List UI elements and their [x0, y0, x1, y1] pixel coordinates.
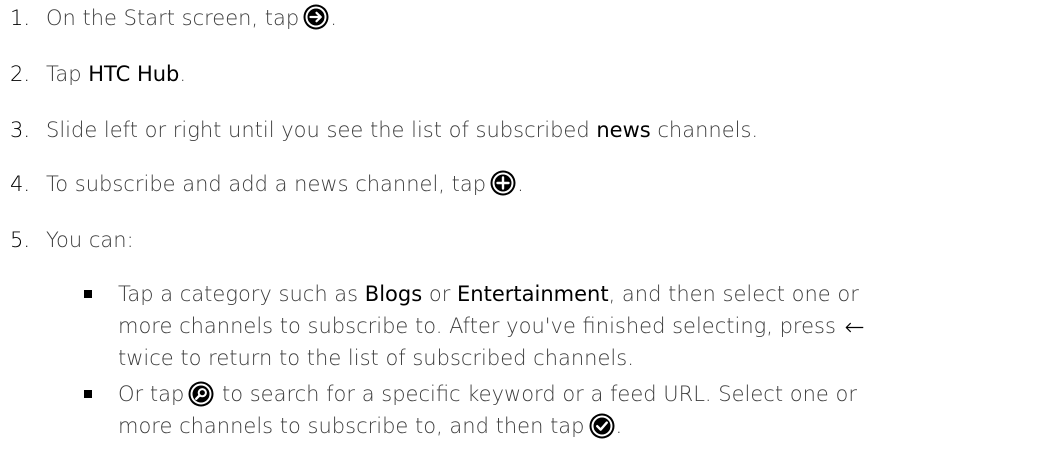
step-text: Slide left or right until you see the li…	[46, 118, 597, 142]
bullet-text-segment: more channels to subscribe to, and then …	[118, 414, 585, 438]
step-text-end: .	[179, 62, 187, 86]
arrow-right-circle-icon	[303, 4, 329, 30]
bullet-line: more channels to subscribe to. After you…	[118, 310, 1044, 342]
bullet-text-segment: Tap a category such as	[118, 282, 365, 306]
ui-term: Blogs	[364, 282, 423, 306]
step-number: 5.	[10, 228, 31, 252]
step-text-end: .	[517, 172, 524, 196]
instructions-document: 1. On the Start screen, tap . 2. Tap HTC…	[0, 0, 1061, 462]
ui-term: HTC Hub	[88, 62, 180, 86]
step-number: 1.	[10, 6, 31, 30]
bullet-item-search-channels: Or tap to search for a specific keyword …	[84, 378, 1044, 442]
step-5: 5. You can:	[0, 226, 134, 254]
step-2: 2. Tap HTC Hub .	[0, 60, 186, 88]
plus-circle-icon	[490, 170, 516, 196]
step-3: 3. Slide left or right until you see the…	[0, 116, 758, 144]
bullet-text-segment: to search for a specific keyword or a fe…	[221, 382, 857, 406]
step-number: 4.	[10, 172, 31, 196]
bullet-square	[84, 390, 92, 398]
bullet-text-segment: , and then select one or	[608, 282, 859, 306]
search-circle-icon	[188, 381, 214, 407]
step-number: 3.	[10, 118, 31, 142]
step-text-end: .	[330, 6, 337, 30]
bullet-line: twice to return to the list of subscribe…	[118, 342, 1044, 374]
step-1: 1. On the Start screen, tap .	[0, 4, 337, 32]
bullet-item-browse-category: Tap a category such as Blogs or Entertai…	[84, 278, 1044, 374]
ui-term: news	[596, 118, 651, 142]
bullet-square	[84, 290, 92, 298]
ui-term: Entertainment	[457, 282, 609, 306]
step-number: 2.	[10, 62, 31, 86]
bullet-text-segment: more channels to subscribe to. After you…	[118, 314, 836, 338]
step-text: You can:	[46, 228, 134, 252]
bullet-line: Tap a category such as Blogs or Entertai…	[118, 278, 1044, 310]
bullet-text-segment: twice to return to the list of subscribe…	[118, 346, 634, 370]
bullet-text-segment: .	[615, 414, 623, 438]
bullet-line: Or tap to search for a specific keyword …	[118, 378, 1044, 410]
step-text-end: channels.	[650, 118, 759, 142]
bullet-text: Tap a category such as Blogs or Entertai…	[118, 278, 1044, 374]
bullet-text-segment: Or tap	[118, 382, 185, 406]
bullet-text: Or tap to search for a specific keyword …	[118, 378, 1044, 442]
step-text: To subscribe and add a news channel, tap	[46, 172, 487, 196]
step-4: 4. To subscribe and add a news channel, …	[0, 170, 524, 198]
check-circle-icon	[589, 413, 615, 439]
step-text: Tap	[46, 62, 89, 86]
back-arrow-icon: ←	[844, 313, 865, 341]
step-text: On the Start screen, tap	[46, 6, 300, 30]
bullet-line: more channels to subscribe to, and then …	[118, 410, 1044, 442]
bullet-text-segment: or	[422, 282, 458, 306]
